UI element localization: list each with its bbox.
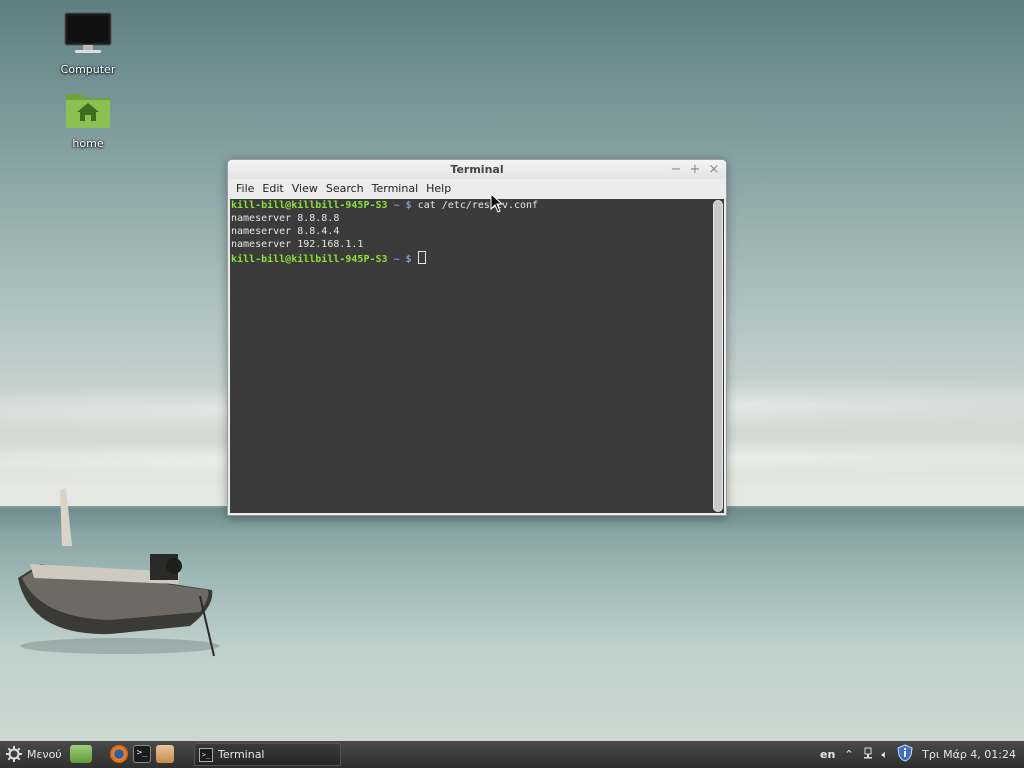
show-desktop-icon[interactable] [70, 745, 92, 763]
task-terminal[interactable]: >_ Terminal [194, 743, 341, 766]
menu-edit[interactable]: Edit [258, 182, 287, 195]
command-text: cat /etc/resolv.conf [417, 200, 539, 211]
terminal-area[interactable]: kill-bill@killbill-945P-S3 ~ $ cat /etc/… [230, 199, 724, 513]
menubar: File Edit View Search Terminal Help [228, 179, 726, 198]
mouse-pointer-icon [490, 193, 504, 213]
terminal-line-command: kill-bill@killbill-945P-S3 ~ $ cat /etc/… [231, 199, 713, 212]
monitor-icon [64, 12, 112, 53]
terminal-line-prompt: kill-bill@killbill-945P-S3 ~ $ [231, 251, 713, 265]
maximize-button[interactable]: + [689, 160, 701, 179]
keyboard-layout-indicator[interactable]: en [820, 748, 835, 761]
desktop-icon-home[interactable]: home [48, 88, 128, 150]
files-icon[interactable] [156, 745, 174, 763]
window-controls: − + × [670, 160, 720, 179]
task-label: Terminal [218, 748, 265, 761]
prompt-path: ~ $ [393, 254, 412, 265]
network-icon[interactable] [863, 747, 873, 762]
desktop-icon-label: home [72, 137, 104, 150]
terminal-icon: >_ [199, 747, 213, 762]
terminal-window[interactable]: Terminal − + × File Edit View Search Ter… [227, 159, 727, 516]
terminal-scrollbar[interactable] [713, 200, 723, 512]
menu-view[interactable]: View [288, 182, 322, 195]
window-title: Terminal [450, 163, 504, 176]
chevron-up-icon[interactable]: ⌃ [844, 748, 853, 761]
scrollbar-thumb[interactable] [714, 201, 722, 511]
desktop-icon-label: Computer [60, 63, 116, 76]
home-folder-icon [66, 94, 110, 128]
terminal-line-output: nameserver 192.168.1.1 [231, 239, 364, 250]
minimize-button[interactable]: − [670, 160, 682, 179]
menu-help[interactable]: Help [422, 182, 455, 195]
volume-icon[interactable]: 🔈︎ [882, 748, 889, 762]
close-button[interactable]: × [708, 160, 720, 179]
wallpaper-boat [18, 488, 220, 657]
terminal-icon[interactable]: >_ [133, 745, 151, 763]
terminal-line-output: nameserver 8.8.4.4 [231, 226, 340, 237]
prompt-user: kill-bill@killbill-945P-S3 [231, 254, 388, 265]
clock[interactable]: Τρι Μάρ 4, 01:24 [922, 748, 1016, 761]
firefox-icon[interactable] [110, 745, 128, 763]
menu-terminal[interactable]: Terminal [368, 182, 423, 195]
prompt-user: kill-bill@killbill-945P-S3 [231, 200, 388, 211]
start-menu-label: Μενού [27, 747, 62, 761]
system-tray: en ⌃ 🔈︎ Τρι Μάρ 4, 01:24 [820, 741, 1024, 768]
terminal-output[interactable]: kill-bill@killbill-945P-S3 ~ $ cat /etc/… [230, 199, 713, 513]
terminal-line-output: nameserver 8.8.8.8 [231, 213, 340, 224]
update-shield-icon[interactable] [897, 744, 913, 765]
menu-search[interactable]: Search [322, 182, 368, 195]
text-cursor [417, 251, 426, 264]
gear-icon [6, 746, 22, 762]
menu-file[interactable]: File [232, 182, 258, 195]
window-titlebar[interactable]: Terminal − + × [228, 160, 726, 179]
taskbar: Μενού >_ >_ Terminal en ⌃ 🔈︎ Τρι Μάρ 4, … [0, 741, 1024, 768]
prompt-path: ~ $ [393, 200, 412, 211]
desktop-icon-computer[interactable]: Computer [48, 12, 128, 76]
start-menu-button[interactable]: Μενού [6, 746, 62, 762]
